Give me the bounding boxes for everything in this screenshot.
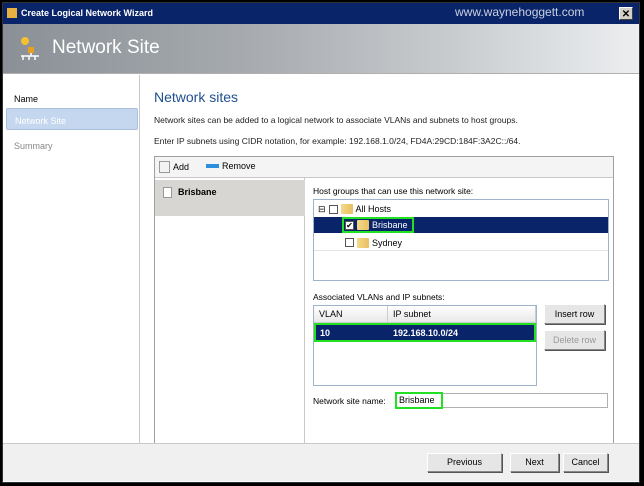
host-group-icon bbox=[357, 220, 369, 230]
insert-row-button[interactable]: Insert row bbox=[544, 304, 605, 324]
checkbox-checked[interactable]: ✔ bbox=[345, 220, 354, 230]
nav-item-summary[interactable]: Summary bbox=[6, 134, 138, 156]
tree-label: All Hosts bbox=[355, 204, 392, 214]
nav-item-name[interactable]: Name bbox=[6, 87, 138, 109]
wizard-nav: Name Network Site Summary bbox=[4, 75, 140, 443]
add-button[interactable]: Add bbox=[159, 161, 189, 173]
remove-icon bbox=[206, 164, 219, 168]
page-banner-title: Network Site bbox=[52, 37, 160, 58]
tree-item-brisbane[interactable]: ✔ Brisbane bbox=[314, 217, 608, 233]
title-bar: Create Logical Network Wizard www.wayneh… bbox=[3, 3, 639, 24]
host-group-tree[interactable]: ⊟ All Hosts ✔ Brisbane Sydney bbox=[313, 199, 609, 281]
vlan-grid[interactable]: VLAN IP subnet 10 192.168.10.0/24 bbox=[313, 305, 537, 386]
header-banner: Network Site bbox=[3, 24, 639, 74]
column-header-vlan[interactable]: VLAN bbox=[314, 306, 388, 323]
window-title: Create Logical Network Wizard bbox=[21, 8, 153, 18]
grid-row[interactable]: 10 192.168.10.0/24 bbox=[314, 323, 536, 342]
site-name-label: Network site name: bbox=[313, 396, 386, 406]
remove-label: Remove bbox=[222, 161, 256, 171]
add-icon bbox=[159, 161, 170, 173]
host-groups-label: Host groups that can use this network si… bbox=[313, 186, 474, 196]
description: Network sites can be added to a logical … bbox=[154, 115, 518, 125]
cancel-button[interactable]: Cancel bbox=[563, 453, 608, 472]
vlan-cell[interactable]: 10 bbox=[320, 328, 330, 338]
checkbox[interactable] bbox=[328, 204, 338, 214]
remove-button[interactable]: Remove bbox=[206, 161, 256, 171]
cidr-hint: Enter IP subnets using CIDR notation, fo… bbox=[154, 136, 521, 146]
nav-item-network-site[interactable]: Network Site bbox=[6, 108, 138, 130]
previous-button[interactable]: Previous bbox=[427, 453, 502, 472]
host-group-icon bbox=[340, 204, 353, 214]
delete-row-button[interactable]: Delete row bbox=[544, 330, 605, 350]
tree-item-sydney[interactable]: Sydney bbox=[314, 235, 608, 251]
checkbox[interactable] bbox=[345, 238, 354, 247]
section-heading: Network sites bbox=[154, 89, 239, 105]
close-button[interactable]: ✕ bbox=[619, 7, 633, 20]
tree-label: Brisbane bbox=[372, 220, 408, 230]
collapse-icon[interactable]: ⊟ bbox=[318, 204, 326, 215]
add-label: Add bbox=[173, 162, 190, 172]
site-icon bbox=[163, 187, 172, 198]
network-site-icon bbox=[19, 36, 41, 60]
tree-label: Sydney bbox=[372, 237, 403, 248]
subnet-cell[interactable]: 192.168.10.0/24 bbox=[393, 328, 458, 338]
highlight-box bbox=[395, 392, 443, 409]
site-list: Brisbane bbox=[155, 178, 305, 444]
site-item[interactable]: Brisbane bbox=[155, 180, 305, 216]
watermark: www.waynehoggett.com bbox=[455, 5, 585, 19]
host-group-icon bbox=[357, 237, 369, 248]
vlan-label: Associated VLANs and IP subnets: bbox=[313, 292, 445, 302]
tree-item-all-hosts[interactable]: ⊟ All Hosts bbox=[314, 201, 608, 217]
toolbar: Add Remove bbox=[155, 157, 613, 178]
footer-bar: Previous Next Cancel bbox=[3, 443, 639, 481]
site-name: Brisbane bbox=[178, 187, 217, 197]
network-icon bbox=[7, 8, 17, 18]
next-button[interactable]: Next bbox=[510, 453, 559, 472]
column-header-ip-subnet[interactable]: IP subnet bbox=[388, 306, 536, 323]
